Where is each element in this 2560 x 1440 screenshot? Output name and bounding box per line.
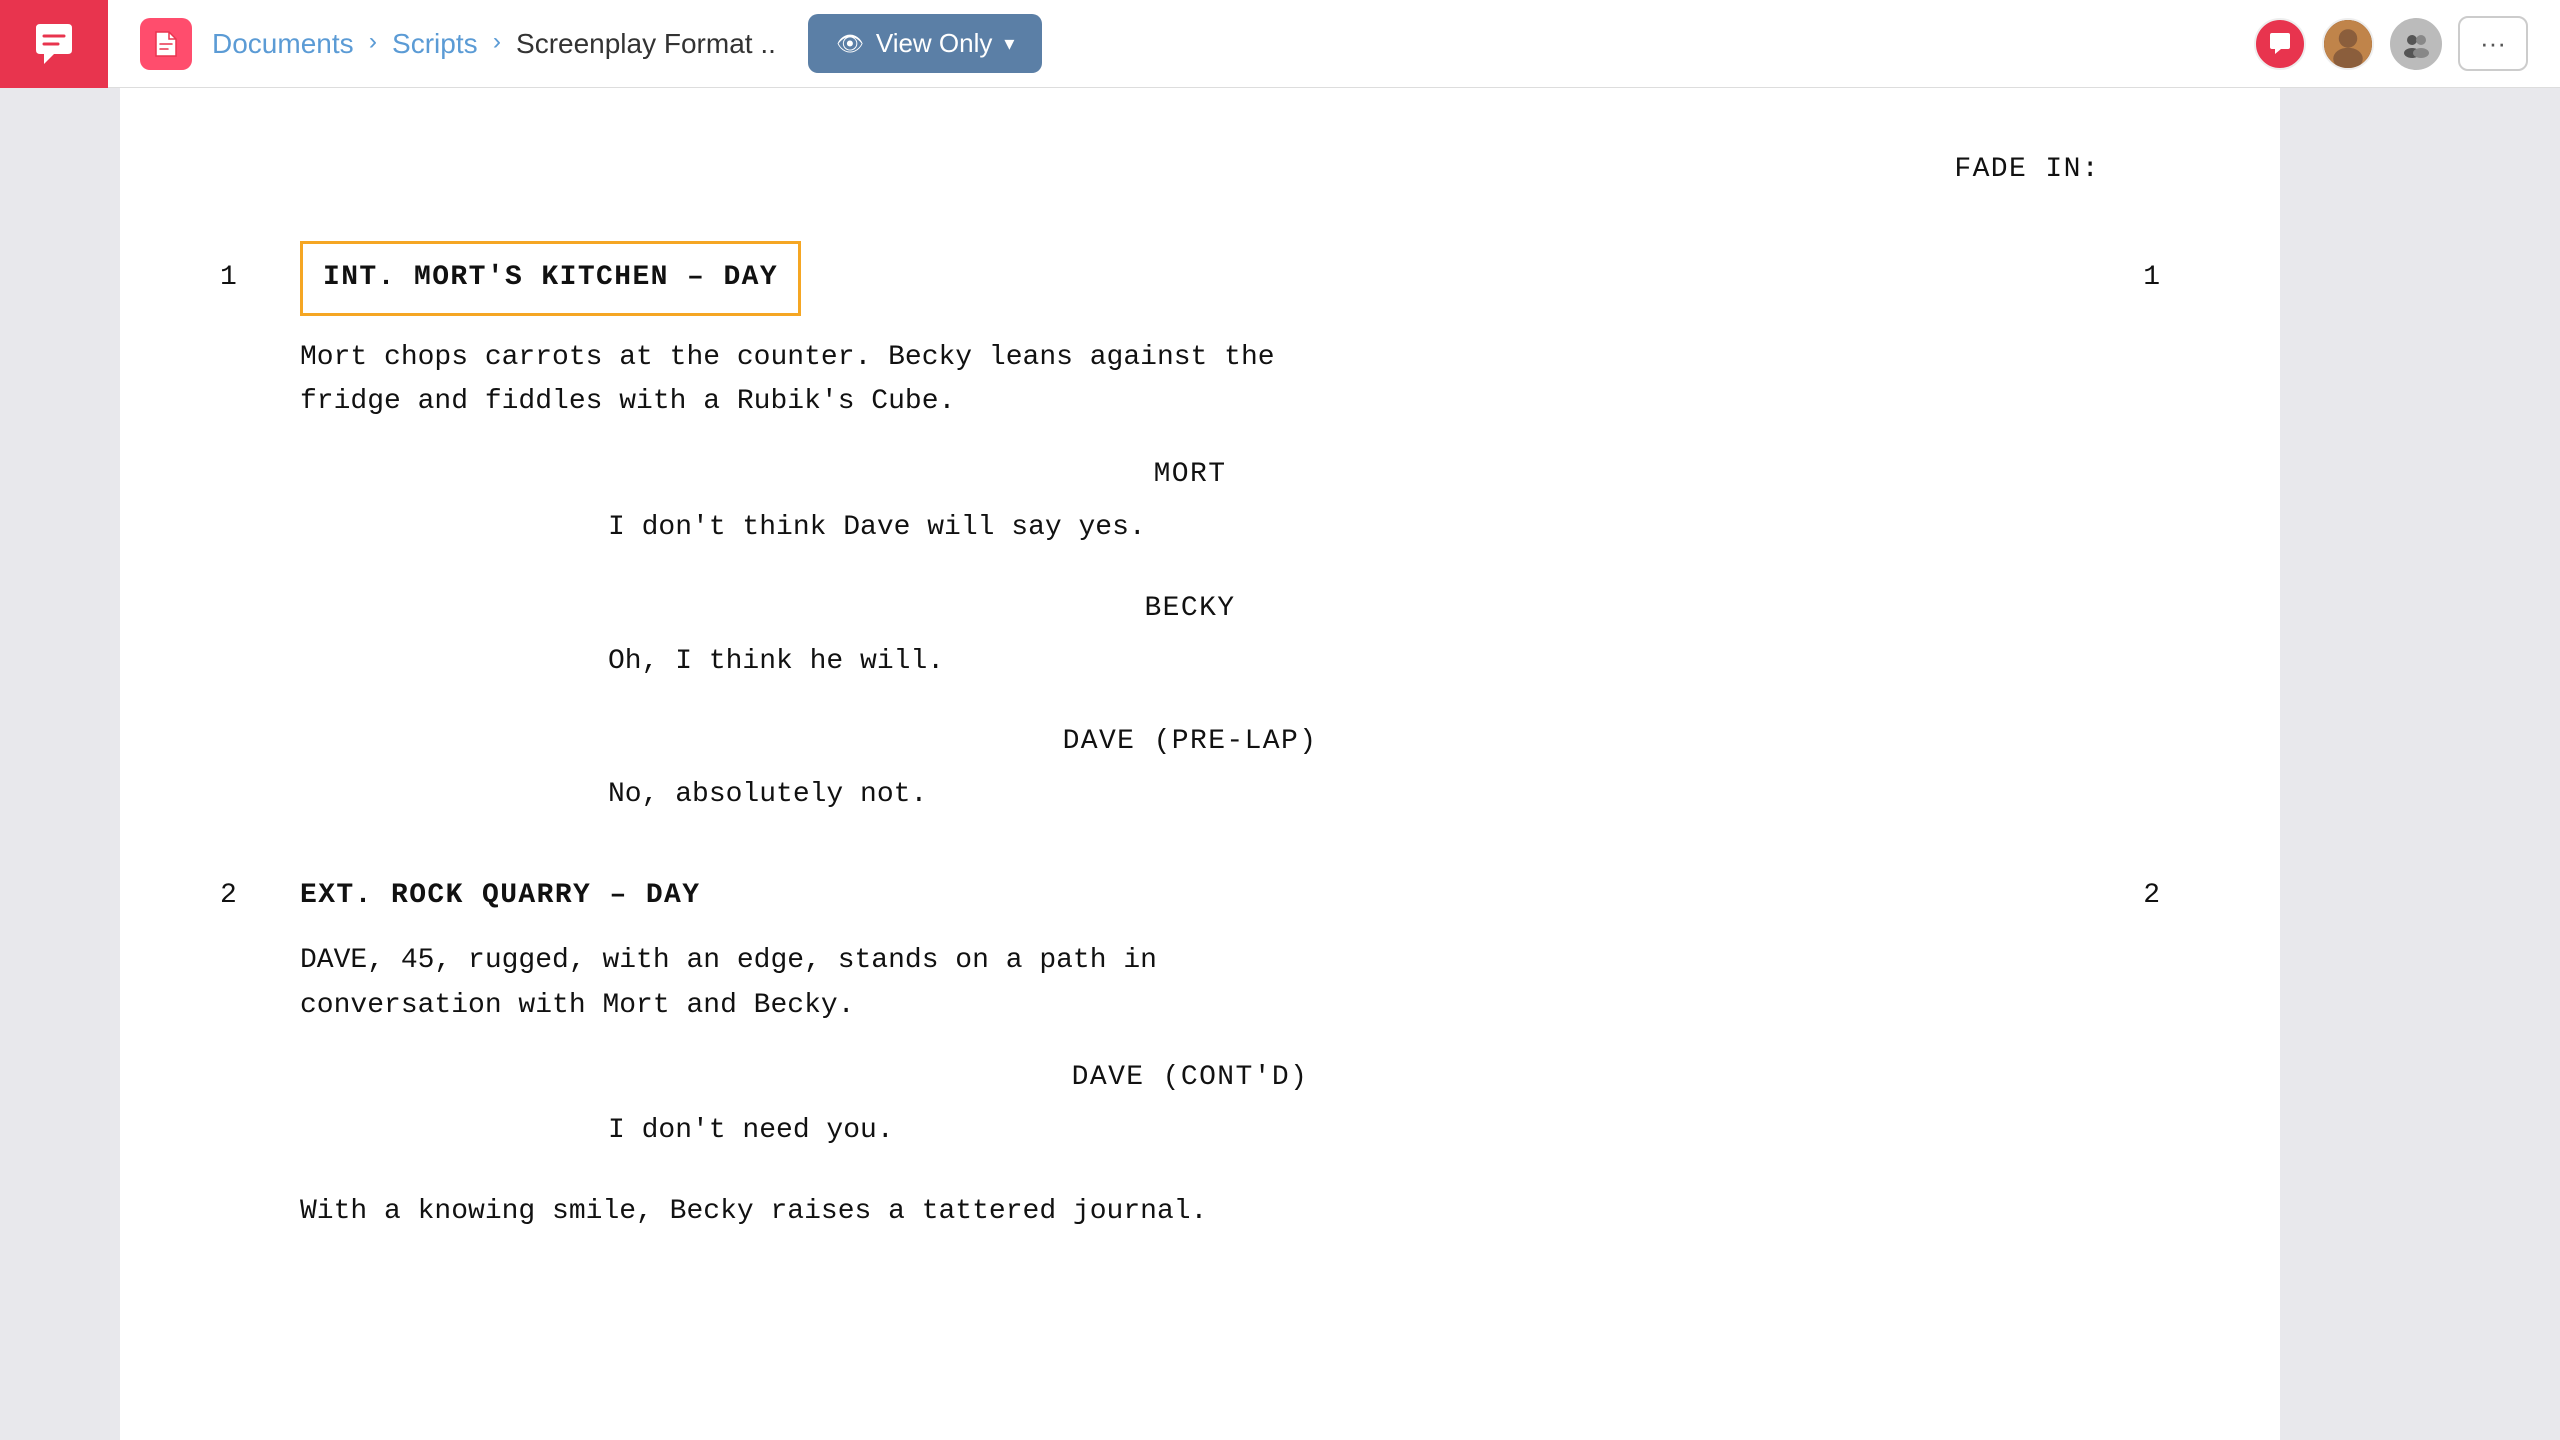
- scene-1-dialogue-text-1: I don't think Dave will say yes.: [608, 506, 1772, 551]
- topbar: Documents › Scripts › Screenplay Format …: [0, 0, 2560, 88]
- avatar-chat[interactable]: [2254, 18, 2306, 70]
- breadcrumb-documents[interactable]: Documents: [212, 28, 354, 60]
- scene-1-dialogue-text-3: No, absolutely not.: [608, 773, 1772, 818]
- scene-2-char-1: DAVE (CONT'D): [220, 1056, 2160, 1101]
- scene-2-heading-row: 2 EXT. ROCK QUARRY – DAY 2: [220, 874, 2160, 919]
- scene-1: 1 INT. MORT'S KITCHEN – DAY 1 Mort chops…: [220, 241, 2160, 818]
- fade-in: FADE IN:: [220, 148, 2100, 193]
- breadcrumb-sep-2: ›: [490, 30, 504, 57]
- screenplay: FADE IN: 1 INT. MORT'S KITCHEN – DAY 1 M…: [220, 148, 2160, 1235]
- scene-1-number-left: 1: [220, 256, 300, 301]
- view-only-label: View Only: [876, 28, 993, 59]
- breadcrumb-sep-1: ›: [366, 30, 380, 57]
- scene-1-char-1: MORT: [220, 453, 2160, 498]
- document-area[interactable]: FADE IN: 1 INT. MORT'S KITCHEN – DAY 1 M…: [120, 88, 2280, 1440]
- scene-1-char-3: DAVE (PRE-LAP): [220, 720, 2160, 765]
- right-gutter: [2280, 88, 2560, 1440]
- scene-2-action-1: DAVE, 45, rugged, with an edge, stands o…: [300, 939, 2160, 1029]
- scene-1-dialogue-3: DAVE (PRE-LAP) No, absolutely not.: [220, 720, 2160, 818]
- breadcrumb: Documents › Scripts › Screenplay Format …: [212, 28, 776, 60]
- scene-1-heading-row: 1 INT. MORT'S KITCHEN – DAY 1: [220, 241, 2160, 316]
- left-gutter: [0, 88, 120, 1440]
- scene-2-action-2: With a knowing smile, Becky raises a tat…: [300, 1190, 2160, 1235]
- scene-2-heading: EXT. ROCK QUARRY – DAY: [300, 874, 700, 919]
- app-logo: [0, 0, 108, 88]
- scene-2-number-left: 2: [220, 874, 300, 919]
- scene-1-action-1: Mort chops carrots at the counter. Becky…: [300, 336, 2160, 426]
- breadcrumb-scripts[interactable]: Scripts: [392, 28, 478, 60]
- scene-2-dialogue-text-1: I don't need you.: [608, 1109, 1772, 1154]
- scene-2-number-right: 2: [2080, 874, 2160, 919]
- scene-1-number-right: 1: [2080, 256, 2160, 301]
- scene-1-dialogue-text-2: Oh, I think he will.: [608, 640, 1772, 685]
- more-button[interactable]: ···: [2458, 16, 2528, 71]
- main-content: FADE IN: 1 INT. MORT'S KITCHEN – DAY 1 M…: [0, 88, 2560, 1440]
- scene-1-heading: INT. MORT'S KITCHEN – DAY: [300, 241, 801, 316]
- topbar-left: Documents › Scripts › Screenplay Format …: [108, 14, 2254, 73]
- scene-1-char-2: BECKY: [220, 587, 2160, 632]
- avatar-people[interactable]: [2390, 18, 2442, 70]
- view-only-button[interactable]: 👁 View Only ▾: [808, 14, 1043, 73]
- scene-2: 2 EXT. ROCK QUARRY – DAY 2 DAVE, 45, rug…: [220, 874, 2160, 1235]
- breadcrumb-current: Screenplay Format ..: [516, 28, 776, 60]
- document-icon: [140, 18, 192, 70]
- eye-icon: 👁: [836, 31, 864, 57]
- scene-1-dialogue-1: MORT I don't think Dave will say yes.: [220, 453, 2160, 551]
- scene-2-dialogue-1: DAVE (CONT'D) I don't need you.: [220, 1056, 2160, 1154]
- scene-1-dialogue-2: BECKY Oh, I think he will.: [220, 587, 2160, 685]
- chevron-down-icon: ▾: [1004, 31, 1014, 56]
- topbar-right: ···: [2254, 16, 2560, 71]
- avatar-user[interactable]: [2322, 18, 2374, 70]
